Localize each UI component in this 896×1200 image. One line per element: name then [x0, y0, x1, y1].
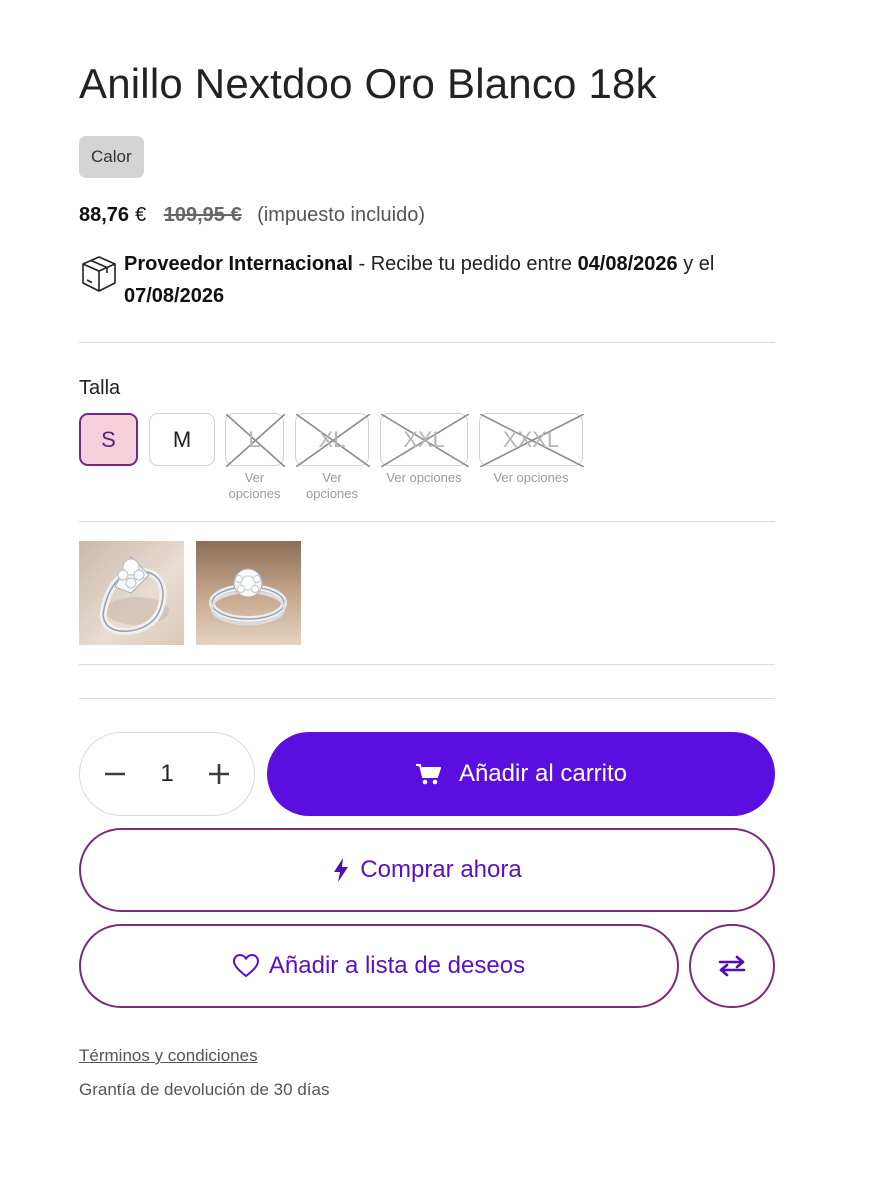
shipping-text-before: - Recibe tu pedido entre — [352, 253, 578, 275]
quantity-stepper: 1 — [79, 732, 255, 816]
size-option-m[interactable]: M — [149, 413, 215, 466]
see-options-label: Ver opciones — [228, 470, 281, 501]
size-option-xl[interactable]: XL — [295, 413, 370, 467]
size-option-label: XXXL — [502, 426, 560, 452]
see-options-label: Ver opciones — [305, 470, 359, 501]
return-guarantee-text: Grantía de devolución de 30 días — [79, 1080, 330, 1099]
compare-button[interactable] — [689, 924, 775, 1008]
size-option-label: XL — [318, 426, 346, 452]
size-option-xxxl[interactable]: XXXL — [479, 413, 584, 467]
see-options-link[interactable]: Ver opciones — [380, 470, 468, 486]
delivery-date-from: 04/08/2026 — [577, 253, 678, 275]
heart-icon — [232, 954, 259, 978]
divider — [79, 521, 775, 522]
size-option-s[interactable]: S — [79, 413, 138, 466]
shipping-provider: Proveedor Internacional — [124, 253, 353, 275]
divider — [79, 664, 775, 665]
see-options-link[interactable]: Ver opciones — [295, 470, 369, 502]
tax-note: (impuesto incluido) — [257, 204, 426, 226]
currency-symbol: € — [135, 204, 147, 226]
delivery-date-to: 07/08/2026 — [124, 285, 225, 307]
compare-arrows-icon — [718, 955, 746, 977]
size-option-label: S — [101, 426, 116, 452]
cart-icon — [415, 764, 441, 785]
divider — [79, 698, 775, 699]
add-to-wishlist-label: Añadir a lista de deseos — [268, 952, 526, 979]
product-title: Anillo Nextdoo Oro Blanco 18k — [79, 60, 657, 107]
package-box-icon — [79, 254, 121, 296]
ring-thumbnail-2[interactable] — [196, 541, 301, 645]
shipping-info: Proveedor Internacional - Recibe tu pedi… — [79, 248, 775, 312]
size-option-label: XXL — [403, 426, 445, 452]
size-label: Talla — [79, 377, 121, 399]
size-option-label: M — [172, 426, 192, 452]
size-option-xxl[interactable]: XXL — [380, 413, 469, 467]
price-row: 88,76 € 109,95 € (impuesto incluido) — [79, 204, 425, 227]
shipping-text: Proveedor Internacional - Recibe tu pedi… — [124, 248, 775, 312]
shipping-text-middle: y el — [677, 253, 715, 275]
add-to-cart-button[interactable]: Añadir al carrito — [267, 732, 775, 816]
quantity-value[interactable]: 1 — [160, 760, 173, 788]
ring-thumbnail-1[interactable] — [79, 541, 184, 645]
divider — [79, 342, 775, 343]
buy-now-label: Comprar ahora — [360, 856, 522, 883]
lightning-icon — [334, 858, 349, 882]
size-option-label: L — [248, 426, 261, 452]
buy-now-button[interactable]: Comprar ahora — [79, 828, 775, 912]
add-to-wishlist-button[interactable]: Añadir a lista de deseos — [79, 924, 679, 1008]
tag-badge: Calor — [79, 136, 144, 178]
terms-link[interactable]: Términos y condiciones — [79, 1046, 258, 1066]
size-option-l[interactable]: L — [225, 413, 285, 467]
minus-icon[interactable] — [102, 761, 128, 787]
plus-icon[interactable] — [206, 761, 232, 787]
original-price: 109,95 € — [163, 204, 242, 226]
see-options-link[interactable]: Ver opciones — [479, 470, 583, 486]
see-options-link[interactable]: Ver opciones — [225, 470, 284, 502]
add-to-cart-label: Añadir al carrito — [458, 760, 628, 787]
current-price: 88,76 — [79, 204, 130, 226]
see-options-label: Ver opciones — [386, 470, 462, 485]
see-options-label: Ver opciones — [493, 470, 569, 485]
